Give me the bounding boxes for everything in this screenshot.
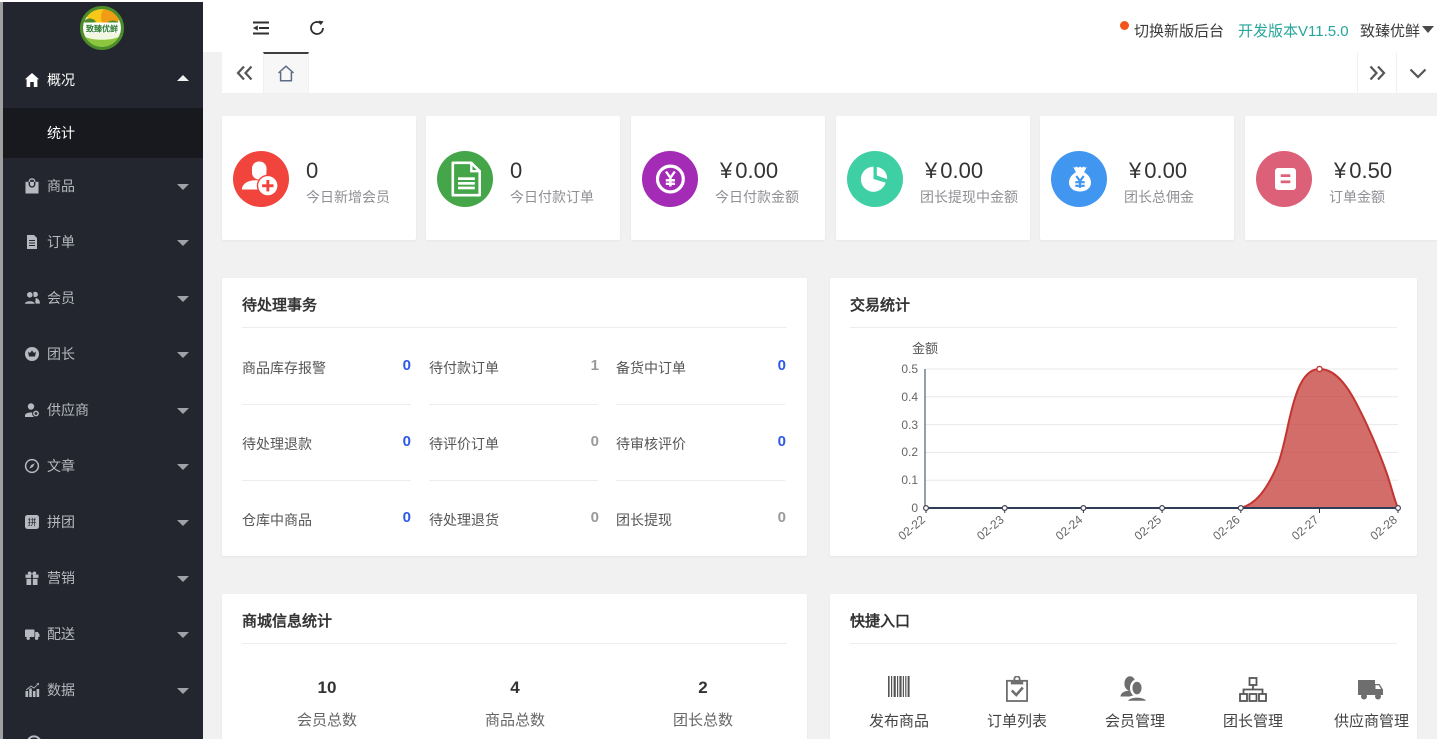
svg-text:致臻优鲜: 致臻优鲜 [86, 24, 118, 34]
svg-text:02-22: 02-22 [895, 512, 928, 543]
svg-text:02-24: 02-24 [1053, 512, 1086, 543]
svg-text:拼: 拼 [27, 517, 36, 528]
svg-text:0.1: 0.1 [901, 473, 918, 487]
svg-text:0.4: 0.4 [901, 390, 918, 404]
svg-text:金额: 金额 [912, 341, 938, 356]
svg-text:02-25: 02-25 [1132, 512, 1165, 543]
svg-text:02-28: 02-28 [1367, 512, 1400, 543]
svg-text:0.5: 0.5 [901, 362, 918, 376]
svg-text:0.3: 0.3 [901, 418, 918, 432]
svg-text:0.2: 0.2 [901, 445, 918, 459]
svg-text:02-23: 02-23 [974, 512, 1007, 543]
svg-text:02-27: 02-27 [1289, 512, 1322, 543]
svg-text:02-26: 02-26 [1210, 512, 1243, 543]
